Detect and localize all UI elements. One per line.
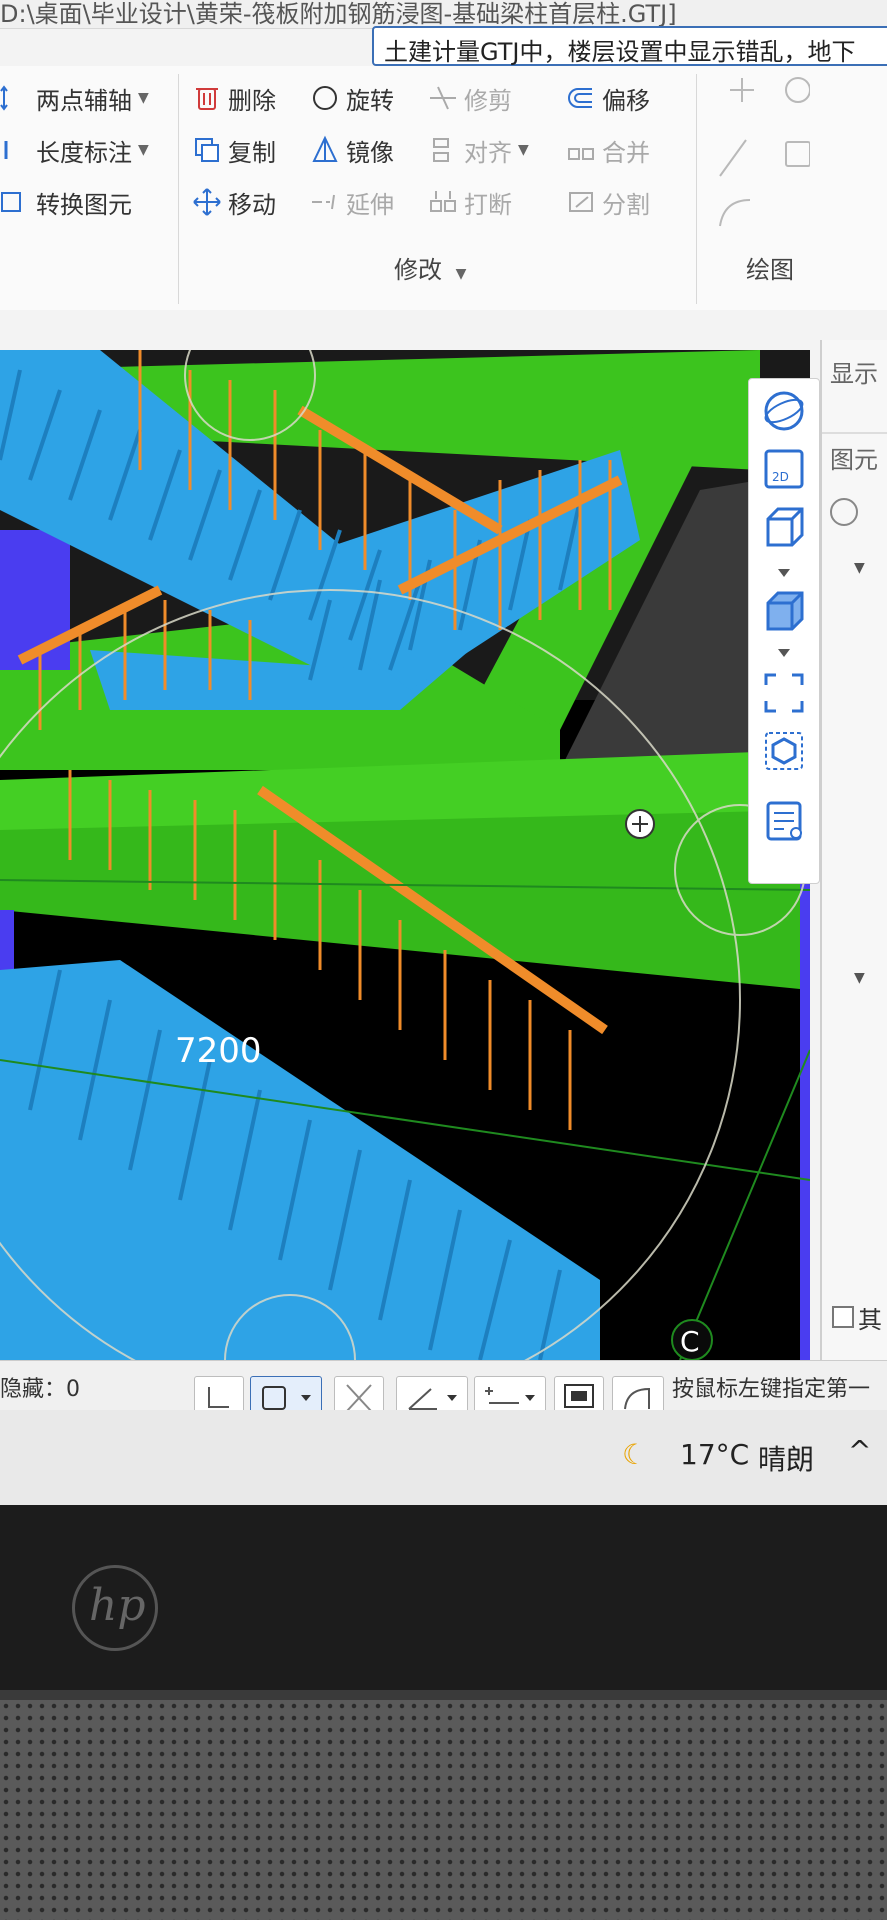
group-divider [696,74,697,304]
break-label: 打断 [464,190,512,219]
window-title-path: D:\桌面\毕业设计\黄荣-筏板附加钢筋浸图-基础梁柱首层柱.GTJ] [0,0,677,28]
move-button[interactable]: 移动 [192,182,276,222]
delete-label: 删除 [228,86,276,115]
weather-temperature[interactable]: 17°C [680,1438,749,1471]
chevron-down-icon[interactable] [762,643,806,663]
group-divider [178,74,179,304]
expand-arrow-icon[interactable]: ▼ [854,560,865,576]
chevron-down-icon[interactable]: ▼ [456,266,467,282]
mirror-label: 镜像 [346,138,394,167]
hidden-count: 隐藏：0 [0,1377,80,1402]
offset-icon [566,83,596,113]
move-label: 移动 [228,190,276,219]
chevron-down-icon[interactable] [762,563,806,583]
3d-wire-cube-icon[interactable] [762,505,806,549]
offset-label: 偏移 [602,86,650,115]
offset-button[interactable]: 偏移 [566,78,650,118]
mirror-icon [310,135,340,165]
length-dimension-label: 长度标注 [36,138,132,167]
moon-icon: ☾ [622,1438,648,1471]
windows-taskbar: ☾ 17°C 晴朗 ^ [0,1410,887,1505]
laptop-speaker-grille [0,1700,887,1920]
two-point-axis-label: 两点辅轴 [36,86,132,115]
hp-logo: hp [72,1565,158,1651]
merge-button[interactable]: 合并 [566,130,650,170]
laptop-screen: D:\桌面\毕业设计\黄荣-筏板附加钢筋浸图-基础梁柱首层柱.GTJ] 土建计量… [0,0,887,1505]
copy-label: 复制 [228,138,276,167]
orbit-view-icon[interactable] [762,389,806,433]
rotate-button[interactable]: 旋转 [310,78,394,118]
chevron-down-icon[interactable]: ▼ [138,142,149,158]
weather-condition[interactable]: 晴朗 [758,1438,814,1478]
orbit-cursor-icon [625,809,655,839]
3d-viewport[interactable]: 7200 C [0,350,810,1360]
trash-icon [192,83,222,113]
chevron-up-icon[interactable]: ^ [848,1434,871,1467]
delete-button[interactable]: 删除 [192,78,276,118]
chevron-down-icon[interactable]: ▼ [138,90,149,106]
properties-panel: 显示 图元 ▼ ▼ 其 [820,340,887,1360]
split-icon [566,187,596,217]
checkbox[interactable] [832,1306,854,1328]
break-icon [428,187,458,217]
display-settings-icon[interactable] [762,799,806,843]
extend-button[interactable]: 延伸 [310,182,394,222]
split-button[interactable]: 分割 [566,182,650,222]
align-label: 对齐 [464,138,512,167]
tab-display[interactable]: 显示 [830,354,878,389]
ribbon-spacer [0,310,887,350]
view-toolbar: 2D [748,378,820,884]
convert-element-label: 转换图元 [36,190,132,219]
dimension-text: 7200 [175,1031,262,1071]
break-button[interactable]: 打断 [428,182,512,222]
convert-element-button[interactable]: 转换图元 [0,182,132,222]
rotate-label: 旋转 [346,86,394,115]
trim-icon [428,83,458,113]
convert-icon [0,187,30,217]
copy-icon [192,135,222,165]
align-button[interactable]: 对齐 ▼ [428,130,529,170]
mirror-button[interactable]: 镜像 [310,130,394,170]
title-bar: D:\桌面\毕业设计\黄荣-筏板附加钢筋浸图-基础梁柱首层柱.GTJ] [0,0,887,29]
extend-label: 延伸 [346,190,394,219]
3d-scene: 7200 C [0,350,810,1360]
svg-text:2D: 2D [772,470,789,484]
split-label: 分割 [602,190,650,219]
trim-button[interactable]: 修剪 [428,78,512,118]
move-arrows-icon [192,187,222,217]
radio-button[interactable] [830,498,858,526]
trim-label: 修剪 [464,86,512,115]
search-input[interactable]: 土建计量GTJ中，楼层设置中显示错乱，地下 [372,26,887,66]
two-point-axis-button[interactable]: 两点辅轴 ▼ [0,78,149,118]
compass-letter: C [680,1325,700,1358]
chevron-down-icon[interactable]: ▼ [518,142,529,158]
2d-view-icon[interactable]: 2D [762,447,806,491]
3d-solid-cube-icon[interactable] [762,589,806,633]
draw-tools-icons[interactable] [710,76,810,246]
copy-button[interactable]: 复制 [192,130,276,170]
tab-element[interactable]: 图元 [830,440,878,475]
merge-icon [566,135,596,165]
search-text: 土建计量GTJ中，楼层设置中显示错乱，地下 [384,38,856,66]
axis-icon [0,83,30,113]
extend-icon [310,187,340,217]
draw-group-label: 绘图 [746,256,794,284]
fit-view-icon[interactable] [762,671,806,715]
ribbon-toolbar: 两点辅轴 ▼ 长度标注 ▼ 转换图元 删除 复制 移动 旋转 镜像 延伸 修剪 … [0,66,887,311]
length-dimension-button[interactable]: 长度标注 ▼ [0,130,149,170]
checkbox-label: 其 [858,1306,882,1334]
expand-arrow-icon[interactable]: ▼ [854,970,865,986]
modify-group-label: 修改 ▼ [394,256,467,284]
dimension-icon [0,135,30,165]
merge-label: 合并 [602,138,650,167]
dynamic-observe-icon[interactable] [762,729,806,773]
align-icon [428,135,458,165]
rotate-icon [310,83,340,113]
status-hint: 按鼠标左键指定第一 [672,1377,871,1402]
